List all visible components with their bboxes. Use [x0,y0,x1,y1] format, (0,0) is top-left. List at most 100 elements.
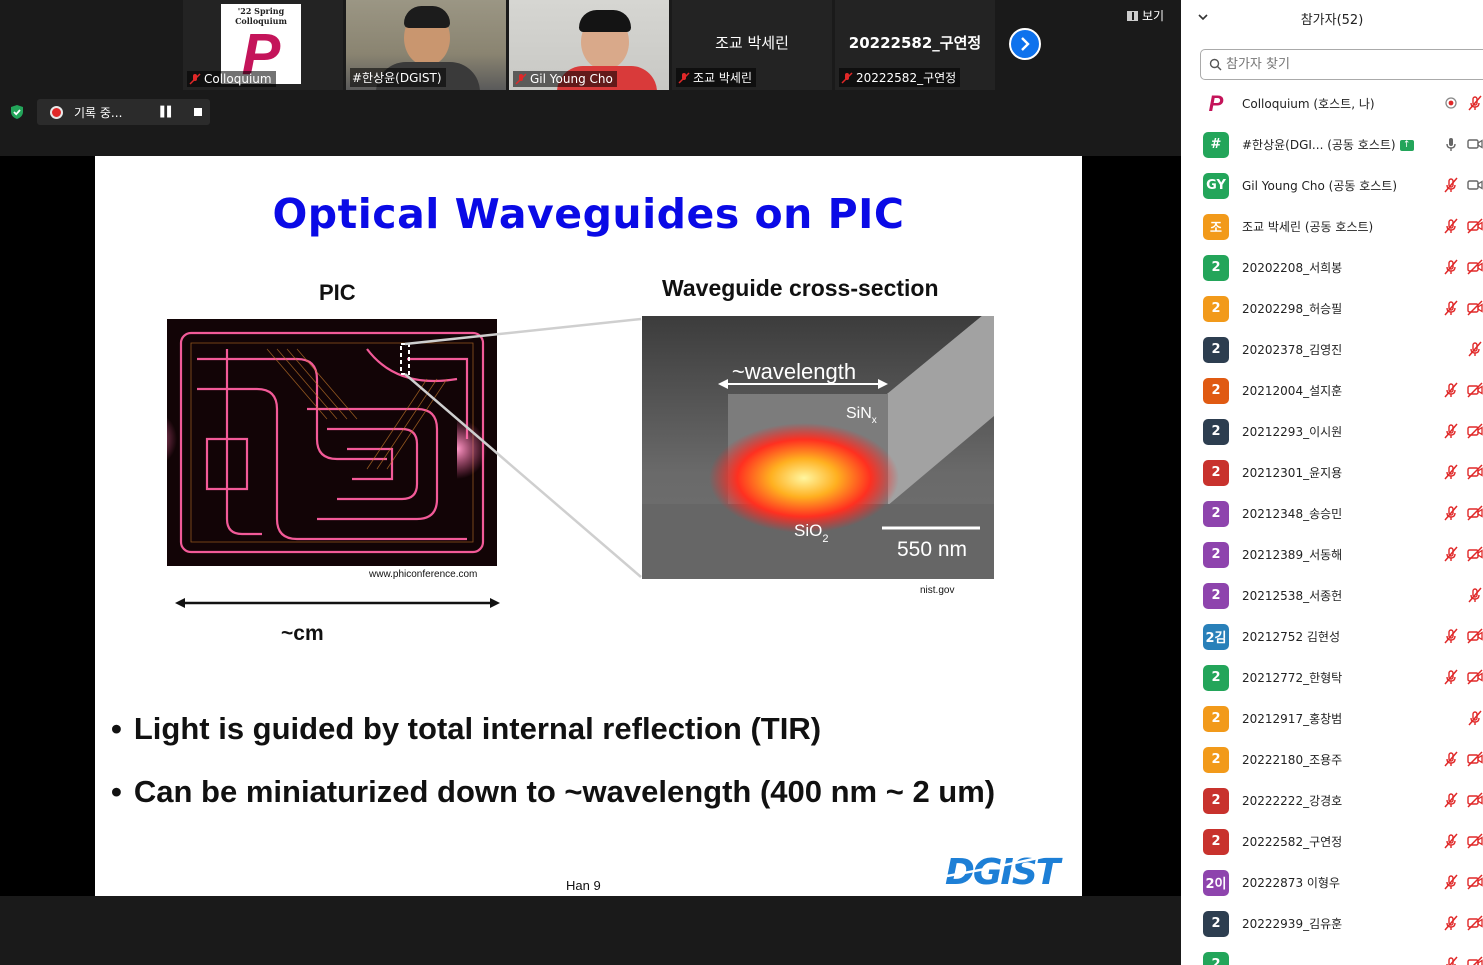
mic-off-icon[interactable] [1443,915,1459,931]
mic-off-icon[interactable] [1443,218,1459,234]
participant-row[interactable]: 2 20212772_한형탁 [1181,657,1483,698]
video-off-icon[interactable] [1467,628,1483,644]
video-off-icon[interactable] [1467,956,1483,965]
video-off-icon[interactable] [1467,382,1483,398]
mic-off-icon[interactable] [1467,710,1483,726]
participant-row[interactable]: 2 [1181,944,1483,965]
participant-row[interactable]: 2 20212538_서종헌 [1181,575,1483,616]
participant-row[interactable]: 2 20212301_윤지용 [1181,452,1483,493]
avatar: 2 [1203,541,1229,568]
mic-off-icon[interactable] [1443,423,1459,439]
participant-row[interactable]: 2 20212917_홍창범 [1181,698,1483,739]
record-icon [1445,97,1457,109]
video-off-icon[interactable] [1467,546,1483,562]
avatar: 2 [1203,336,1229,363]
pic-label: PIC [319,280,356,305]
mic-off-icon[interactable] [1443,874,1459,890]
chevron-down-icon[interactable] [1198,12,1208,22]
participant-name-text: 20212004_설지훈 [1242,384,1343,398]
mic-off-icon[interactable] [1443,669,1459,685]
video-off-icon[interactable] [1467,218,1483,234]
video-off-icon[interactable] [1467,259,1483,275]
mic-off-icon[interactable] [1443,628,1459,644]
participant-row[interactable]: 2 20212389_서동해 [1181,534,1483,575]
participant-row[interactable]: 2김 20212752 김현성 [1181,616,1483,657]
participant-row[interactable]: # #한상윤(DGI... (공동 호스트) ↑ [1181,124,1483,165]
video-off-icon[interactable] [1467,833,1483,849]
mic-off-icon[interactable] [1443,751,1459,767]
pause-recording-button[interactable]: ▌▌ [160,107,174,118]
video-icon[interactable] [1467,177,1483,193]
mic-off-icon[interactable] [1467,587,1483,603]
participant-row[interactable]: 2 20202298_허승필 [1181,288,1483,329]
participant-status-icons [1443,792,1483,808]
video-icon[interactable] [1467,136,1483,152]
participant-row[interactable]: 조 조교 박세린 (공동 호스트) [1181,206,1483,247]
participant-row[interactable]: 2이 20222873 이형우 [1181,862,1483,903]
participant-row[interactable]: 2 20222222_강경호 [1181,780,1483,821]
panel-title: 참가자(52) [1300,12,1364,28]
video-off-icon[interactable] [1467,464,1483,480]
participant-role: (공동 호스트) [1301,220,1374,234]
participant-row[interactable]: 2 20202378_김영진 [1181,329,1483,370]
mic-off-icon[interactable] [1443,300,1459,316]
mic-icon[interactable] [1443,136,1459,152]
participant-search-box[interactable] [1200,49,1483,80]
scale-bar-label: 550 nm [897,538,967,561]
shield-check-icon[interactable] [9,104,25,120]
zoom-callout-lines [400,317,642,578]
mic-off-icon[interactable] [1443,464,1459,480]
stop-recording-button[interactable] [193,108,202,116]
mic-off-icon[interactable] [1443,505,1459,521]
video-off-icon[interactable] [1467,505,1483,521]
participant-row[interactable]: 2 20212004_설지훈 [1181,370,1483,411]
video-off-icon[interactable] [1467,423,1483,439]
video-thumb-colloquium[interactable]: '22 Spring Colloquium P Colloquium [183,0,343,90]
participant-name: 조교 박세린 (공동 호스트) [1242,218,1373,235]
participant-row[interactable]: 2 20202208_서희봉 [1181,247,1483,288]
participant-row[interactable]: 2 20222180_조용주 [1181,739,1483,780]
participant-row[interactable]: 2 20222582_구연정 [1181,821,1483,862]
next-page-button[interactable] [1009,28,1041,60]
video-off-icon[interactable] [1467,915,1483,931]
participant-role: (공동 호스트) [1324,179,1398,193]
video-thumb-park[interactable]: 조교 박세린 조교 박세린 [672,0,832,90]
cm-scale-label: ~cm [281,622,324,645]
mic-off-icon[interactable] [1443,792,1459,808]
mic-off-icon[interactable] [1467,341,1483,357]
participant-name-text: 20212348_송승민 [1242,507,1343,521]
participant-row[interactable]: GY Gil Young Cho (공동 호스트) [1181,165,1483,206]
avatar: 2 [1203,951,1229,965]
svg-text:DGIST: DGIST [945,852,1063,890]
presentation-slide: Optical Waveguides on PIC PIC Waveguide … [95,156,1082,896]
video-thumb-han[interactable]: #한상윤(DGIST) [346,0,506,90]
mic-off-icon[interactable] [1443,177,1459,193]
mic-off-icon[interactable] [1443,956,1459,965]
participant-row[interactable]: P Colloquium (호스트, 나) [1181,83,1483,124]
avatar: 2 [1203,418,1229,445]
participant-status-icons [1443,218,1483,234]
participant-row[interactable]: 2 20212293_이시원 [1181,411,1483,452]
mic-off-icon[interactable] [1443,546,1459,562]
video-off-icon[interactable] [1467,792,1483,808]
video-thumb-cho[interactable]: Gil Young Cho [509,0,669,90]
avatar: 2 [1203,787,1229,814]
video-off-icon[interactable] [1467,751,1483,767]
participant-name: 20222939_김유훈 [1242,915,1342,932]
mic-off-icon[interactable] [1467,95,1483,111]
participant-row[interactable]: 2 20212348_송승민 [1181,493,1483,534]
view-button[interactable]: 보기 [1127,7,1164,24]
video-off-icon[interactable] [1467,300,1483,316]
mic-off-icon[interactable] [1443,382,1459,398]
mic-off-icon[interactable] [1443,259,1459,275]
video-off-icon[interactable] [1467,874,1483,890]
participant-name: 20222180_조용주 [1242,751,1342,768]
video-off-icon[interactable] [1467,669,1483,685]
chevron-right-icon [1021,37,1030,51]
participant-search-input[interactable] [1226,57,1466,72]
participant-row[interactable]: 2 20222939_김유훈 [1181,903,1483,944]
participant-name-text: 20222582_구연정 [1242,835,1343,849]
avatar: 2 [1203,828,1229,855]
video-thumb-koo[interactable]: 20222582_구연정 20222582_구연정 [835,0,995,90]
mic-off-icon[interactable] [1443,833,1459,849]
